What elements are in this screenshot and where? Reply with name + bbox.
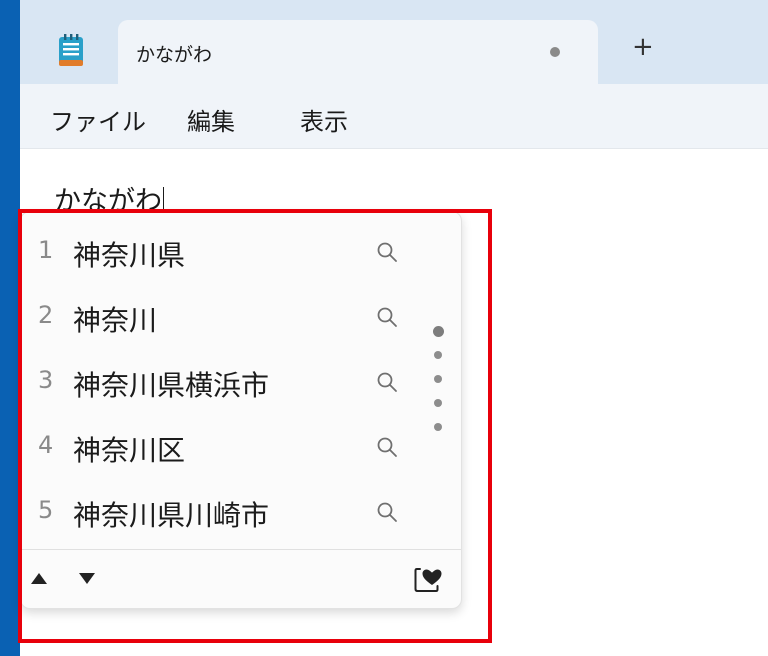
new-tab-button[interactable]: + (632, 34, 654, 60)
candidate-item[interactable]: 3 神奈川県横浜市 (21, 352, 441, 412)
triangle-up-icon[interactable] (31, 573, 47, 584)
tab-title: かながわ (136, 44, 213, 66)
desktop-edge (0, 0, 20, 656)
page-dot[interactable] (434, 351, 442, 359)
candidate-item[interactable]: 5 神奈川県川崎市 (21, 482, 441, 542)
candidate-item[interactable]: 1 神奈川県 (21, 222, 441, 282)
candidate-text: 神奈川県川崎市 (73, 499, 270, 532)
tab-active[interactable]: かながわ (118, 20, 598, 84)
search-icon[interactable] (375, 435, 399, 459)
search-icon[interactable] (375, 370, 399, 394)
candidate-text: 神奈川県 (73, 239, 186, 272)
candidate-item[interactable]: 2 神奈川 (21, 287, 441, 347)
search-icon[interactable] (375, 240, 399, 264)
heart-icon[interactable] (413, 564, 443, 594)
menu-edit[interactable]: 編集 (187, 102, 235, 137)
page-dot-current[interactable] (433, 326, 444, 337)
menu-view[interactable]: 表示 (300, 102, 348, 137)
page-dot[interactable] (434, 423, 442, 431)
menu-bar: ファイル 編集 表示 (20, 84, 768, 149)
candidate-number: 3 (38, 366, 54, 394)
search-icon[interactable] (375, 500, 399, 524)
candidate-number: 5 (38, 496, 54, 524)
candidate-number: 2 (38, 301, 54, 329)
candidate-text: 神奈川県横浜市 (73, 369, 270, 402)
candidate-item[interactable]: 4 神奈川区 (21, 417, 441, 477)
candidate-number: 4 (38, 431, 54, 459)
page-dot[interactable] (434, 375, 442, 383)
text-caret (163, 187, 164, 214)
page-dot[interactable] (434, 399, 442, 407)
search-icon[interactable] (375, 305, 399, 329)
candidate-text: 神奈川区 (73, 434, 186, 467)
triangle-down-icon[interactable] (79, 573, 95, 584)
menu-file[interactable]: ファイル (50, 102, 146, 137)
divider (21, 549, 461, 550)
ime-candidate-window: 1 神奈川県 2 神奈川 3 神奈川県横浜市 4 神奈川区 5 神奈川県川崎市 (20, 211, 462, 609)
candidate-text: 神奈川 (73, 304, 158, 337)
candidate-number: 1 (38, 236, 54, 264)
page-indicator[interactable] (427, 326, 449, 436)
unsaved-dot-icon[interactable] (550, 47, 560, 57)
tab-bar: かながわ + (20, 0, 768, 84)
notepad-icon[interactable] (56, 32, 86, 68)
